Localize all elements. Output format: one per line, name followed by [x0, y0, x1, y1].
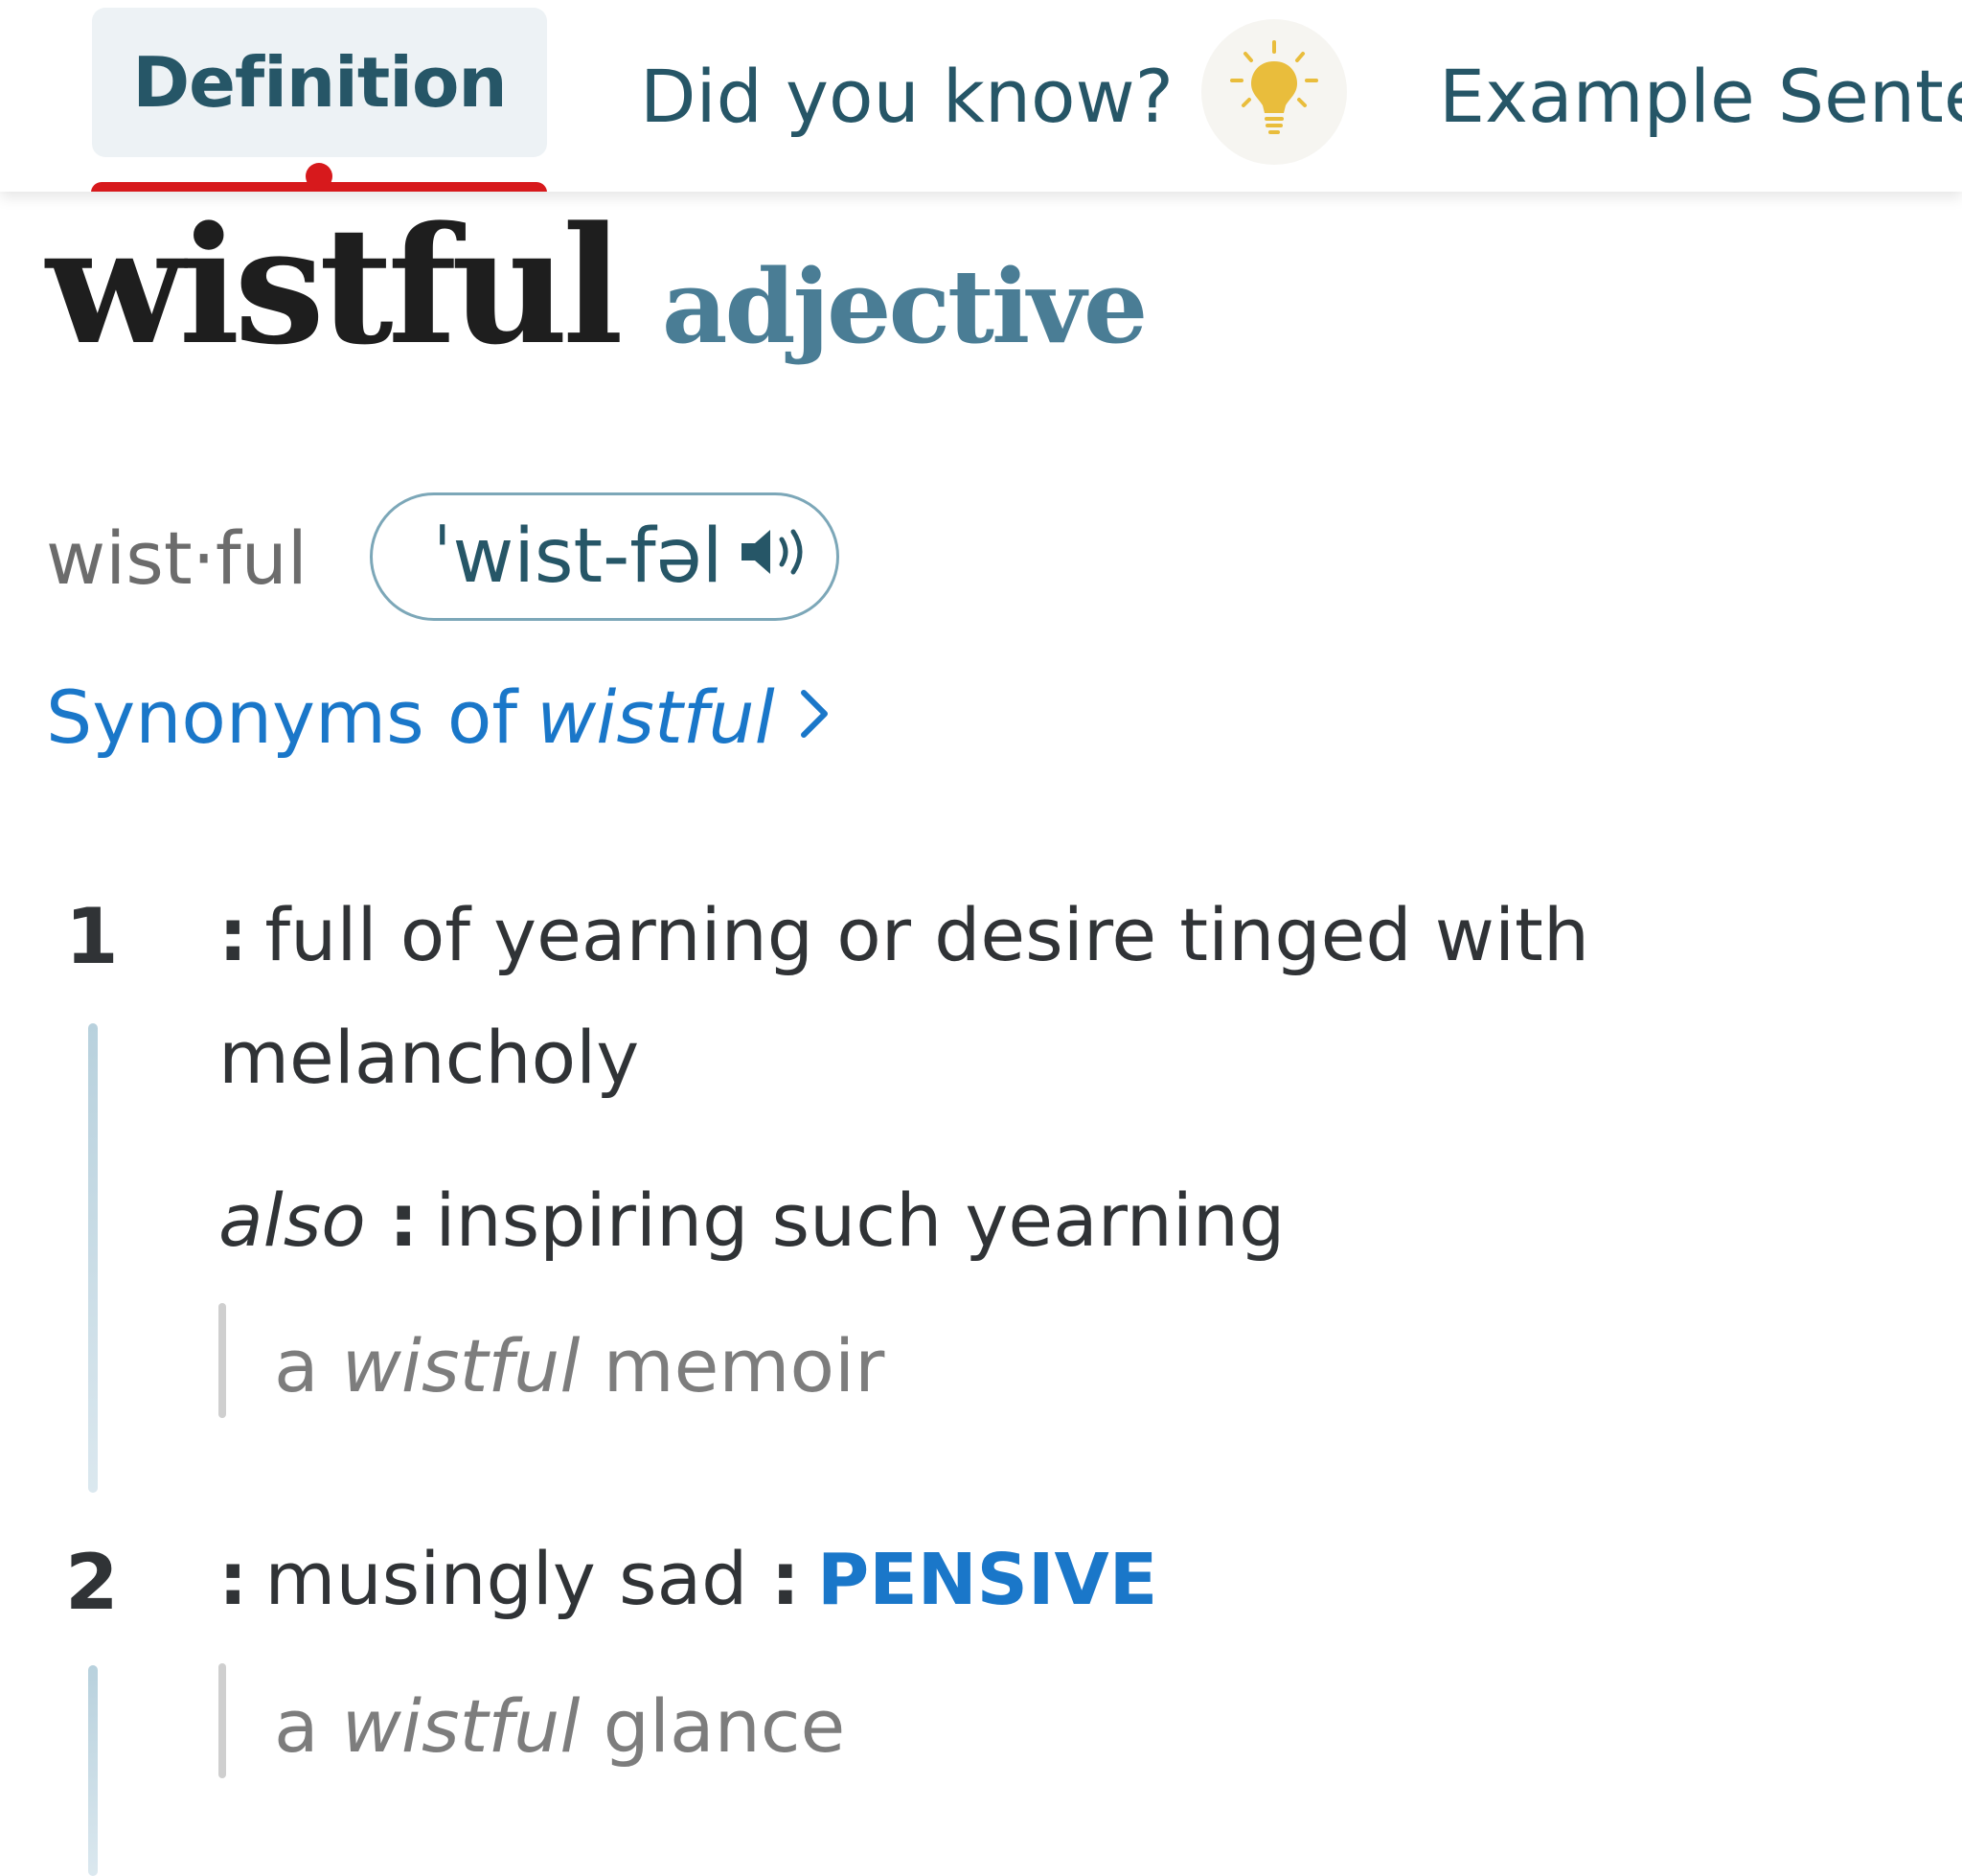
sense-number-1: 1 — [65, 892, 119, 981]
sense-2-example-post: glance — [603, 1683, 846, 1769]
sense-2-definition-text: musingly sad — [264, 1536, 748, 1621]
pronunciation-text: ˈwist-fəl — [432, 514, 723, 600]
sense-1-definition: : full of yearning or desire tinged with — [218, 899, 1589, 972]
sense-1-example-pre: a — [274, 1323, 319, 1408]
tab-definition-label: Definition — [132, 42, 507, 123]
lightbulb-icon[interactable] — [1201, 19, 1347, 165]
tab-did-you-know-label: Did you know? — [640, 53, 1175, 139]
sense-1-definition-text: full of yearning or desire tinged with — [264, 892, 1590, 977]
sense-2-link-colon: : — [770, 1536, 800, 1621]
tab-did-you-know[interactable]: Did you know? — [640, 38, 1174, 153]
synonyms-link-prefix: Synonyms of — [46, 674, 518, 760]
chevron-right-icon — [798, 675, 831, 760]
tab-definition[interactable]: Definition — [92, 8, 547, 157]
sense-1-definition-continued: melancholy — [218, 1021, 639, 1094]
sense-1-also-colon: : — [388, 1178, 419, 1263]
sense-2-example-word: wistful — [341, 1683, 581, 1769]
active-tab-indicator-nub — [306, 163, 332, 190]
tab-example-sentences[interactable]: Example Sente — [1439, 38, 1962, 153]
sense-1-example-word: wistful — [341, 1323, 581, 1408]
section-tab-bar: Definition Did you know? Example Sente — [0, 0, 1962, 192]
headword: wistful — [46, 191, 624, 380]
sense-2-definition: : musingly sad : PENSIVE — [218, 1543, 1157, 1616]
sense-1-colon: : — [218, 892, 248, 977]
syllable-breakdown: wist·ful — [46, 512, 308, 604]
tab-example-sentences-label: Example Sente — [1439, 53, 1962, 139]
sense-1-definition-text-2: melancholy — [218, 1015, 640, 1100]
pronunciation-button[interactable]: ˈwist-fəl — [370, 492, 839, 621]
sense-2-example: a wistful glance — [274, 1690, 845, 1763]
lightbulb-icon-graphic — [1230, 40, 1318, 134]
sense-1-also: also : inspiring such yearning — [218, 1184, 1285, 1257]
pensive-link[interactable]: PENSIVE — [817, 1539, 1157, 1621]
sense-2-example-bar — [218, 1663, 226, 1778]
syllables-text: wist·ful — [46, 515, 308, 601]
sense-number-2: 2 — [65, 1538, 119, 1627]
synonyms-link[interactable]: Synonyms of wistful — [46, 671, 831, 763]
sense-2-example-pre: a — [274, 1683, 319, 1769]
sense-1-example: a wistful memoir — [274, 1330, 884, 1403]
sense-1-example-bar — [218, 1303, 226, 1418]
sense-1-also-label: also — [218, 1178, 366, 1263]
sense-1-example-post: memoir — [603, 1323, 885, 1408]
sense-2-colon: : — [218, 1536, 248, 1621]
sense-2-bar — [88, 1665, 98, 1876]
synonyms-link-word: wistful — [536, 674, 775, 760]
headword-row: wistful adjective — [46, 191, 1148, 416]
speaker-icon — [738, 514, 814, 600]
sense-1-bar — [88, 1023, 98, 1493]
sense-1-also-text: inspiring such yearning — [435, 1178, 1286, 1263]
part-of-speech-link[interactable]: adjective — [662, 256, 1148, 357]
